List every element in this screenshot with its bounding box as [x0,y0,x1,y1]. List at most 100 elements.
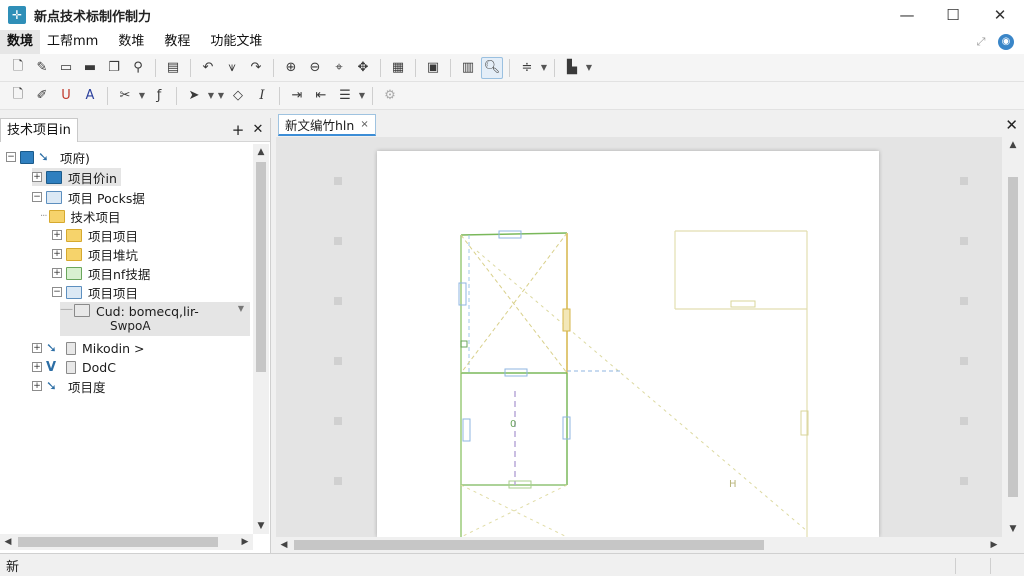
scissors-icon[interactable]: ✂ [114,85,136,107]
menu-bar: 数境 工帮mm 数堆 教程 功能文堆 ⤢ ◉ [0,30,1024,54]
close-window-button[interactable]: ✕ [977,0,1023,30]
chevron-down-icon[interactable]: ▼ [238,304,250,313]
tree-horizontal-scrollbar[interactable]: ◀ ▶ [0,534,253,550]
tree-item-10[interactable]: + ➘ 项目度 [32,377,108,395]
tree-item-3[interactable]: + 项目项目 [52,226,140,244]
document-horizontal-scrollbar[interactable]: ◀ ▶ [276,537,1002,553]
chevron-down-icon[interactable]: ▼ [137,91,147,100]
collapse-icon[interactable]: − [52,287,62,297]
document-tab[interactable]: 新文编竹hln × [278,114,376,136]
chevron-down-icon[interactable]: ▼ [206,91,216,100]
edit-pencil-icon[interactable]: ✎ [31,57,53,79]
layers-icon[interactable]: ▙ [561,57,583,79]
doc-icon [74,304,90,317]
close-tab-icon[interactable]: × [360,119,368,130]
chevron-down-icon[interactable]: ▼ [584,63,594,72]
font-style-icon[interactable]: ƒ [148,85,170,107]
maximize-button[interactable]: ☐ [930,0,976,30]
scroll-left-icon[interactable]: ◀ [0,534,16,550]
resize-grip-icon[interactable]: ⤢ [974,35,988,49]
chevron-down-icon[interactable]: ▼ [216,91,226,100]
chevron-down-icon[interactable]: ▼ [357,91,367,100]
tree-item-9[interactable]: + V DodC [32,358,118,376]
scroll-thumb[interactable] [18,537,218,547]
scroll-up-icon[interactable]: ▲ [253,144,269,160]
scroll-right-icon[interactable]: ▶ [986,537,1002,553]
attach-icon[interactable]: ⚲ [127,57,149,79]
project-panel-tab[interactable]: 技术项目in [0,117,78,142]
grid-icon[interactable]: ▦ [387,57,409,79]
tree-item-1[interactable]: − 项目 Pocks据 [32,188,147,206]
collapse-icon[interactable]: − [32,192,42,202]
page-icon[interactable]: 🗋 [7,85,29,107]
scroll-thumb[interactable] [1008,177,1018,497]
merge-icon[interactable]: ⩛ [221,57,243,79]
save-as-icon[interactable]: ▬ [79,57,101,79]
copy-icon[interactable]: ❐ [103,57,125,79]
tree-vertical-scrollbar[interactable]: ▲ ▼ [253,144,269,534]
tree-item-8[interactable]: + ➘ Mikodin > [32,339,146,357]
table-icon[interactable]: ▥ [457,57,479,79]
tree-item-6[interactable]: − 项目项目 [52,283,140,301]
redo-icon[interactable]: ↷ [245,57,267,79]
menu-item-4[interactable]: 功能文堆 [203,30,269,54]
scroll-up-icon[interactable]: ▲ [1005,137,1021,153]
close-panel-icon[interactable]: ✕ [249,120,267,140]
drawing-canvas[interactable]: 0 H [276,137,1002,537]
scroll-down-icon[interactable]: ▼ [1005,521,1021,537]
expand-icon[interactable]: + [32,362,42,372]
expand-icon[interactable]: + [32,172,42,182]
indent-icon[interactable]: ⇥ [286,85,308,107]
close-pane-icon[interactable]: ✕ [1005,116,1018,134]
document-vertical-scrollbar[interactable]: ▲ ▼ [1004,137,1022,537]
pan-icon[interactable]: ✥ [352,57,374,79]
text-color-icon[interactable]: A [79,85,101,107]
align-icon[interactable]: ≑ [516,57,538,79]
search-icon[interactable]: 🔍︎ [481,56,503,79]
expand-icon[interactable]: + [32,343,42,353]
scroll-left-icon[interactable]: ◀ [276,537,292,553]
chevron-down-icon[interactable]: ▼ [539,63,549,72]
settings-gear-icon[interactable]: ⚙ [379,85,401,107]
tree-item-5[interactable]: + 项目nf技据 [52,264,152,282]
expand-icon[interactable]: + [52,249,62,259]
fit-page-icon[interactable]: ⌖ [328,57,350,79]
tree-connector: ––– [60,304,73,315]
toolbar-separator [190,58,191,77]
scroll-thumb[interactable] [294,540,764,550]
tree-item-4[interactable]: + 项目堆坑 [52,245,140,263]
scroll-right-icon[interactable]: ▶ [237,534,253,550]
highlight-icon[interactable]: ✐ [31,85,53,107]
fill-icon[interactable]: ◇ [227,85,249,107]
add-icon[interactable]: + [229,120,247,140]
tree-item-7[interactable]: ––– Cud: bomecq,lir- ▼ [60,302,250,336]
collapse-icon[interactable]: − [6,152,16,162]
frame-icon[interactable]: ▣ [422,57,444,79]
zoom-in-icon[interactable]: ⊕ [280,57,302,79]
underline-color-icon[interactable]: U [55,85,77,107]
arrow-tool-icon[interactable]: ➤ [183,85,205,107]
expand-icon[interactable]: + [32,381,42,391]
tree-item-2[interactable]: ··· 技术项目 [40,207,123,225]
zoom-out-icon[interactable]: ⊖ [304,57,326,79]
tree-item-0[interactable]: + 项目价in [32,168,121,186]
italic-icon[interactable]: I [251,85,273,107]
new-file-icon[interactable]: 🗋 [7,57,29,79]
menu-item-2[interactable]: 数堆 [111,30,151,54]
menu-item-0[interactable]: 数境 [0,30,41,54]
outdent-icon[interactable]: ⇤ [310,85,332,107]
menu-item-3[interactable]: 教程 [157,30,197,54]
scroll-thumb[interactable] [256,162,266,372]
help-icon[interactable]: ◉ [998,34,1014,50]
undo-icon[interactable]: ↶ [197,57,219,79]
minimize-button[interactable]: — [884,0,930,30]
tree-item-label: 项目项目 [88,285,139,301]
expand-icon[interactable]: + [52,230,62,240]
layout-icon[interactable]: ▤ [162,57,184,79]
expand-icon[interactable]: + [52,268,62,278]
tree-root[interactable]: − ➘ 项府) [6,148,92,166]
scroll-down-icon[interactable]: ▼ [253,518,269,534]
list-icon[interactable]: ☰ [334,85,356,107]
save-icon[interactable]: ▭ [55,57,77,79]
menu-item-1[interactable]: 工帮mm [40,30,105,54]
